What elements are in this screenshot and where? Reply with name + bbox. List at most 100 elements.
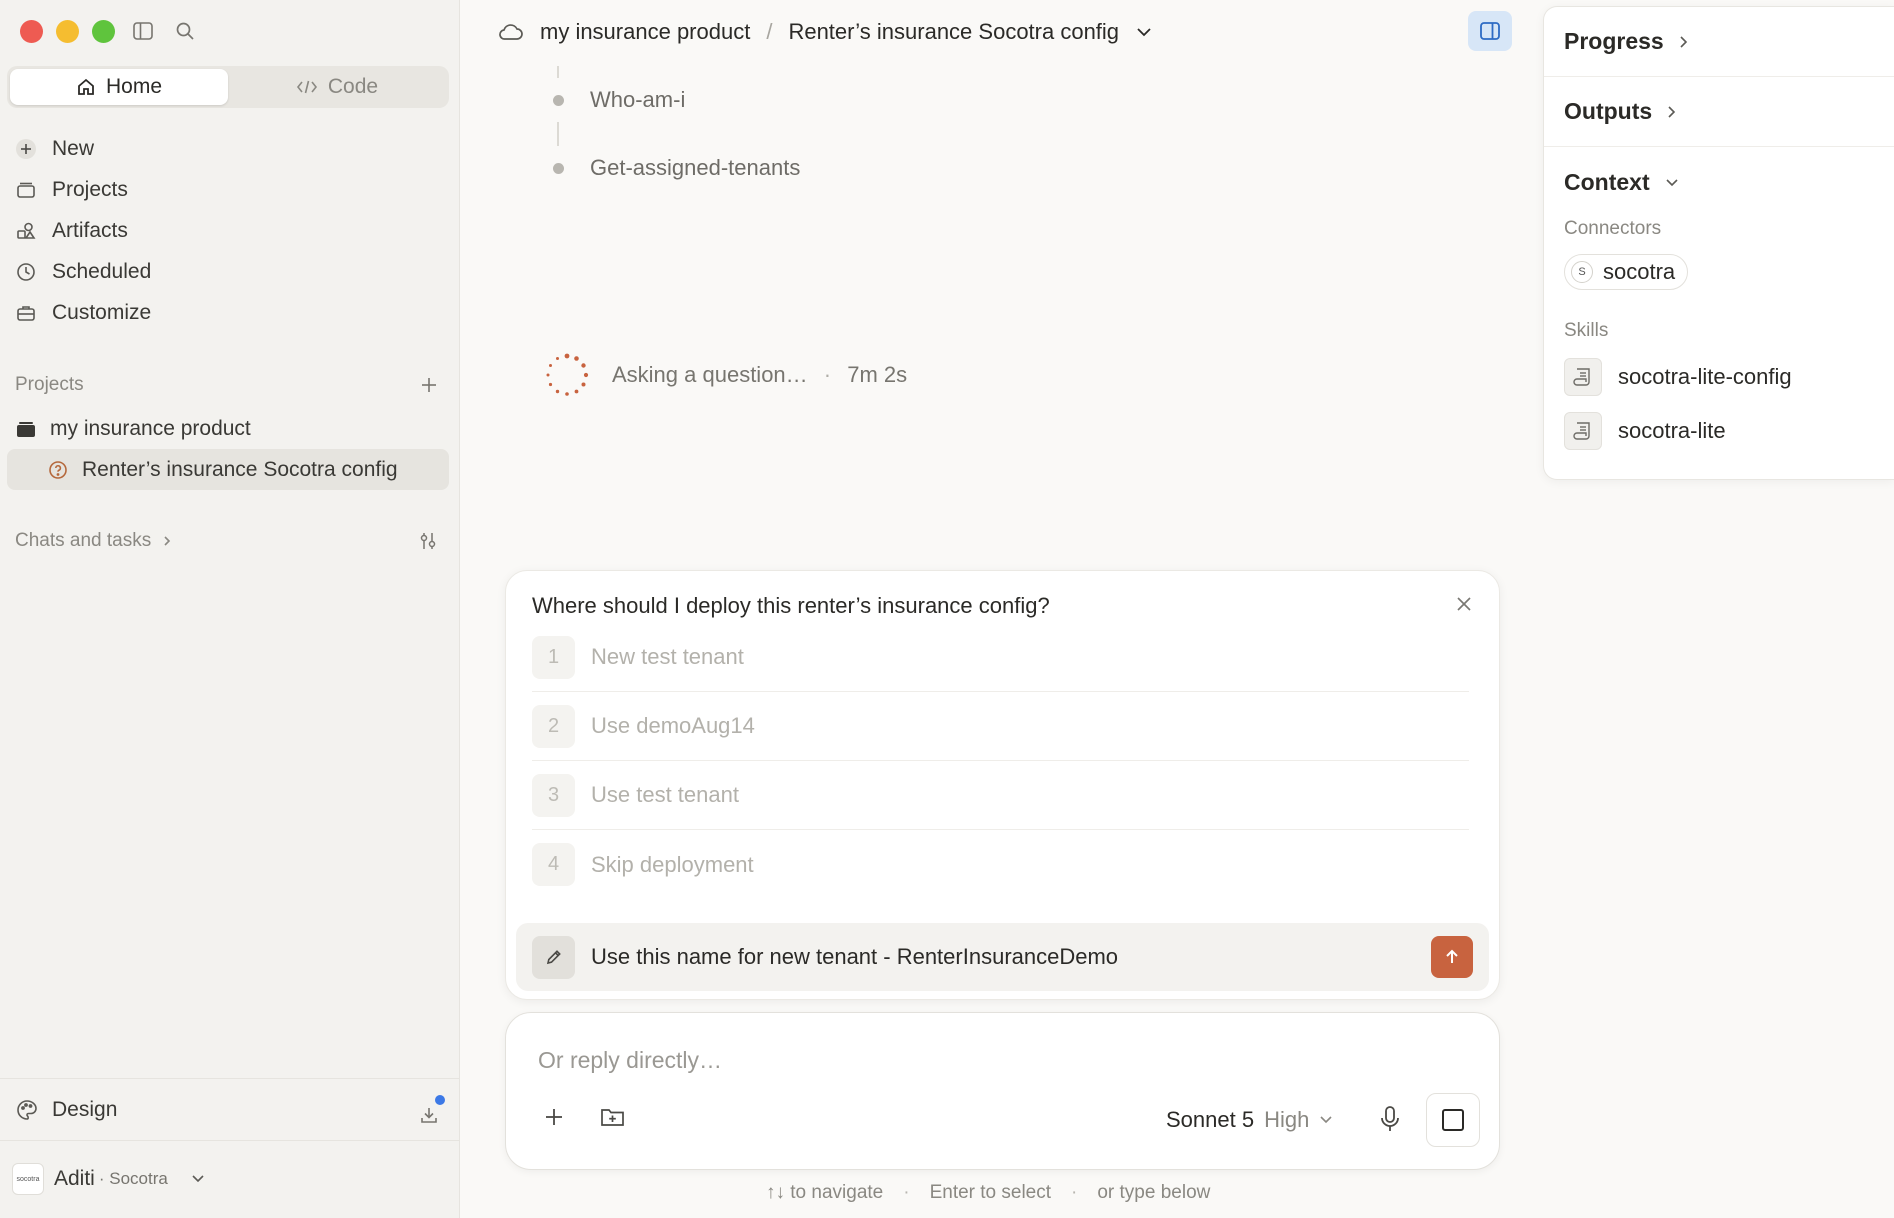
- hint-navigate: ↑↓ to navigate: [766, 1182, 884, 1203]
- projects-heading: Projects: [15, 374, 84, 395]
- connectors-label: Connectors: [1564, 218, 1662, 239]
- hint-type: or type below: [1097, 1182, 1211, 1203]
- skill-label: socotra-lite-config: [1618, 364, 1792, 389]
- tab-code[interactable]: Code: [228, 69, 446, 105]
- progress-heading: Progress: [1564, 28, 1664, 54]
- task-item-label: Renter’s insurance Socotra config: [82, 457, 398, 481]
- sidebar-footer: Design socotra Aditi · Socotra: [0, 1078, 459, 1217]
- chats-and-tasks-toggle[interactable]: Chats and tasks: [15, 530, 173, 552]
- connector-label: socotra: [1603, 259, 1676, 284]
- window-controls: [20, 20, 115, 43]
- nav-new-label: New: [52, 136, 95, 160]
- skill-item[interactable]: socotra-lite: [1564, 412, 1874, 450]
- nav-customize-label: Customize: [52, 300, 152, 324]
- hint-select: Enter to select: [929, 1182, 1052, 1203]
- progress-section-toggle[interactable]: Progress: [1544, 7, 1894, 77]
- timeline-dot: [553, 162, 564, 174]
- skill-label: socotra-lite: [1618, 418, 1726, 443]
- nav-artifacts[interactable]: Artifacts: [14, 210, 449, 251]
- stop-icon: [1442, 1109, 1464, 1131]
- project-item-my-insurance-product[interactable]: my insurance product: [7, 408, 449, 449]
- chevron-right-icon: [161, 534, 173, 548]
- home-icon: [76, 77, 96, 97]
- timeline-item[interactable]: Who-am-i: [548, 78, 800, 122]
- plus-icon: [14, 138, 38, 160]
- briefcase-icon: [14, 303, 38, 323]
- projects-section-header: Projects: [15, 374, 439, 396]
- avatar-text: socotra: [16, 1175, 40, 1183]
- breadcrumb-separator: /: [766, 19, 773, 44]
- chats-heading: Chats and tasks: [15, 530, 152, 551]
- design-item[interactable]: Design: [0, 1079, 459, 1141]
- context-section-toggle[interactable]: Context: [1564, 169, 1874, 196]
- close-icon[interactable]: [1455, 595, 1473, 613]
- breadcrumb: my insurance product / Renter’s insuranc…: [498, 14, 1153, 50]
- user-org: · Socotra: [98, 1169, 168, 1188]
- nav-scheduled[interactable]: Scheduled: [14, 251, 449, 292]
- avatar: socotra: [12, 1163, 44, 1195]
- stop-button[interactable]: [1426, 1093, 1480, 1147]
- option-label: New test tenant: [591, 644, 744, 669]
- answer-option[interactable]: 3 Use test tenant: [532, 761, 1469, 830]
- microphone-icon[interactable]: [1378, 1105, 1402, 1133]
- filter-sliders-icon[interactable]: [417, 530, 439, 552]
- option-number: 3: [532, 773, 575, 817]
- search-icon[interactable]: [174, 20, 196, 42]
- context-heading: Context: [1564, 169, 1650, 195]
- add-project-icon[interactable]: [419, 375, 439, 395]
- custom-answer-field[interactable]: Use this name for new tenant - RenterIns…: [516, 923, 1489, 991]
- answer-option[interactable]: 1 New test tenant: [532, 623, 1469, 692]
- project-item-label: my insurance product: [50, 416, 251, 440]
- outputs-section-toggle[interactable]: Outputs: [1544, 77, 1894, 147]
- question-title: Where should I deploy this renter’s insu…: [532, 593, 1050, 618]
- user-menu[interactable]: socotra Aditi · Socotra: [0, 1093, 459, 1217]
- answer-options: 1 New test tenant 2 Use demoAug14 3 Use …: [532, 623, 1469, 899]
- close-window-button[interactable]: [20, 20, 43, 43]
- download-icon[interactable]: [419, 1093, 447, 1125]
- chevron-down-icon: [190, 1173, 206, 1185]
- add-folder-icon[interactable]: [600, 1105, 626, 1129]
- maximize-window-button[interactable]: [92, 20, 115, 43]
- answer-option[interactable]: 2 Use demoAug14: [532, 692, 1469, 761]
- chevron-down-icon[interactable]: [1135, 26, 1153, 38]
- model-selector[interactable]: Sonnet 5 High: [1166, 1107, 1333, 1133]
- sidebar-toggle-icon[interactable]: [132, 20, 154, 42]
- panel-toggle-button[interactable]: [1468, 11, 1512, 51]
- option-label: Use test tenant: [591, 782, 739, 807]
- custom-answer-text: Use this name for new tenant - RenterIns…: [591, 944, 1119, 969]
- notification-dot: [433, 1093, 447, 1107]
- answer-option[interactable]: 4 Skip deployment: [532, 830, 1469, 899]
- sidebar: Home Code New Projects Artifacts Schedul…: [0, 0, 460, 1218]
- spinner-icon: [544, 352, 590, 398]
- nav-projects[interactable]: Projects: [14, 169, 449, 210]
- minimize-window-button[interactable]: [56, 20, 79, 43]
- status-separator: ·: [823, 362, 832, 387]
- connector-badge: S: [1571, 261, 1593, 283]
- design-label: Design: [52, 1097, 118, 1121]
- reply-input[interactable]: [538, 1047, 1438, 1074]
- skills-label: Skills: [1564, 320, 1609, 341]
- timeline-item[interactable]: Get-assigned-tenants: [548, 146, 800, 190]
- user-name: Aditi: [54, 1167, 95, 1190]
- task-item-renters-config[interactable]: Renter’s insurance Socotra config: [7, 449, 449, 490]
- chevron-right-icon: [1678, 34, 1690, 50]
- submit-answer-button[interactable]: [1431, 936, 1473, 978]
- nav-customize[interactable]: Customize: [14, 292, 449, 333]
- nav-new[interactable]: New: [14, 128, 449, 169]
- pencil-icon: [532, 935, 575, 979]
- shapes-icon: [14, 221, 38, 241]
- breadcrumb-task[interactable]: Renter’s insurance Socotra config: [788, 19, 1119, 45]
- chevron-down-icon: [1319, 1115, 1333, 1125]
- code-icon: [296, 77, 318, 97]
- option-label: Use demoAug14: [591, 713, 755, 738]
- breadcrumb-project[interactable]: my insurance product: [540, 19, 750, 45]
- add-attachment-icon[interactable]: [542, 1105, 566, 1129]
- palette-icon: [16, 1099, 38, 1121]
- context-section: Context Connectors S socotra Skills soco…: [1544, 147, 1894, 468]
- skill-item[interactable]: socotra-lite-config: [1564, 358, 1874, 396]
- main-nav: New Projects Artifacts Scheduled Customi…: [14, 128, 449, 333]
- timeline-connector: [557, 122, 559, 146]
- option-number: 1: [532, 635, 575, 679]
- tab-home[interactable]: Home: [10, 69, 228, 105]
- connector-chip[interactable]: S socotra: [1564, 254, 1689, 290]
